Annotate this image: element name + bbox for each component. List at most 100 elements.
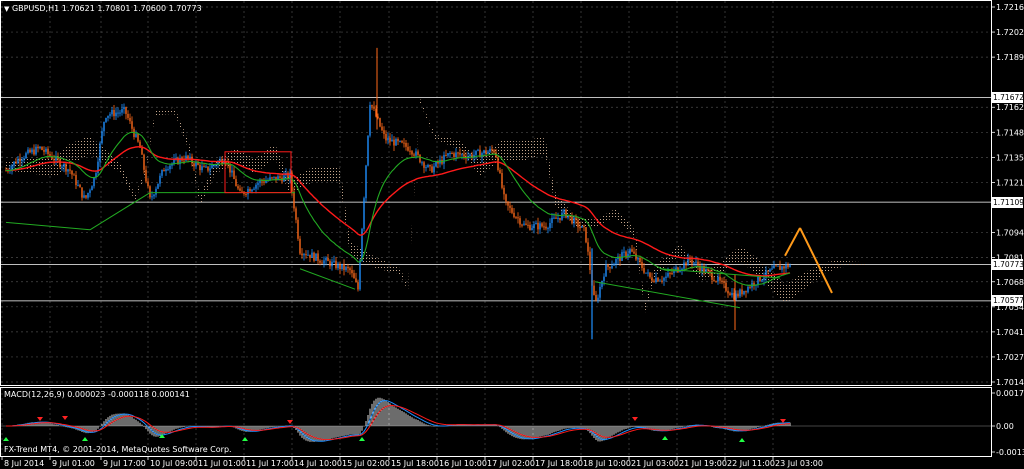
price-level-label: 1.71672 (992, 92, 1024, 104)
candle-body (135, 134, 137, 137)
candle-body (783, 266, 785, 269)
candle-body (451, 152, 453, 154)
candle-body (333, 260, 335, 262)
candle-body (685, 262, 687, 266)
candle-body (517, 217, 519, 219)
candle-body (27, 149, 29, 154)
candle-body (53, 159, 55, 161)
price-tick-label: 1.71620 (996, 103, 1024, 112)
price-level-label: 1.70577 (992, 295, 1024, 307)
candle-body (785, 264, 787, 269)
candle-body (183, 160, 185, 162)
candle-body (669, 273, 671, 275)
candle-body (385, 133, 387, 141)
time-tick-label: 14 Jul 10:00 (294, 459, 342, 468)
candle-body (407, 146, 409, 151)
candle-body (13, 161, 15, 166)
candle-body (143, 154, 145, 170)
candle-body (31, 149, 33, 153)
candle-body (493, 150, 495, 153)
candle-body (253, 188, 255, 190)
candle-body (541, 223, 543, 227)
candle-body (167, 169, 169, 171)
candle-body (199, 164, 201, 171)
candle-body (757, 275, 759, 285)
candle-body (739, 289, 741, 297)
macd-indicator[interactable] (1, 397, 991, 443)
candle-body (697, 261, 699, 266)
candle-body (601, 281, 603, 287)
candle-body (729, 293, 731, 296)
candle-body (457, 152, 459, 154)
candle-body (715, 281, 717, 283)
candle-body (665, 276, 667, 278)
candle-body (391, 139, 393, 142)
candle-body (113, 109, 115, 117)
candle-body (461, 154, 463, 156)
candle-body (189, 156, 191, 159)
candle-body (661, 280, 663, 282)
candle-body (607, 264, 609, 267)
candle-body (777, 265, 779, 267)
horizontal-level-lines[interactable] (1, 97, 991, 302)
candle-body (723, 280, 725, 283)
candle-body (37, 146, 39, 149)
candle-body (691, 259, 693, 264)
candle-body (299, 238, 301, 254)
candle-body (773, 265, 775, 269)
candle-body (449, 152, 451, 154)
candle-body (413, 154, 415, 156)
time-tick-label: 15 Jul 18:00 (391, 459, 439, 468)
candle-body (33, 149, 35, 155)
candle-body (141, 147, 143, 155)
chart-window[interactable]: 1.72160 1.72025 1.71890 1.71620 1.71485 1.713… (0, 0, 1024, 469)
macd-tick-label: 0.00 (996, 422, 1014, 431)
candle-body (43, 149, 45, 152)
candle-body (35, 146, 37, 155)
time-tick-label: 22 Jul 11:00 (727, 459, 775, 468)
candle-body (115, 112, 117, 117)
candle-body (335, 260, 337, 269)
candle-body (747, 286, 749, 293)
candle-body (365, 165, 367, 199)
candle-body (19, 158, 21, 162)
candle-body (761, 280, 763, 282)
candle-body (249, 189, 251, 192)
candle-body (241, 190, 243, 192)
candle-body (211, 164, 213, 169)
candle-body (89, 190, 91, 193)
candle-body (233, 170, 235, 180)
candle-body (239, 188, 241, 191)
candle-body (683, 262, 685, 269)
candle-body (625, 251, 627, 257)
candle-body (117, 112, 119, 114)
candle-body (535, 222, 537, 225)
candle-body (433, 166, 435, 173)
candle-body (129, 117, 131, 122)
candle-body (513, 212, 515, 218)
candle-body (645, 272, 647, 274)
price-tick-label: 1.70410 (996, 328, 1024, 337)
candle-body (571, 216, 573, 224)
candle-body (557, 217, 559, 219)
candle-body (653, 280, 655, 283)
candle-body (389, 137, 391, 142)
candle-body (165, 169, 167, 172)
buy-arrow-icon (739, 438, 745, 442)
candle-body (409, 150, 411, 152)
candle-body (263, 181, 265, 183)
candle-body (623, 251, 625, 253)
candle-body (79, 184, 81, 188)
candle-body (47, 148, 49, 155)
candle-body (147, 181, 149, 187)
candle-body (781, 266, 783, 270)
time-tick-label: 21 Jul 03:00 (631, 459, 679, 468)
candle-body (105, 117, 107, 122)
candle-body (405, 142, 407, 147)
candle-body (559, 217, 561, 220)
candle-body (273, 176, 275, 178)
candle-body (615, 259, 617, 264)
candle-body (109, 114, 111, 116)
candle-body (341, 263, 343, 269)
candle-body (155, 188, 157, 195)
